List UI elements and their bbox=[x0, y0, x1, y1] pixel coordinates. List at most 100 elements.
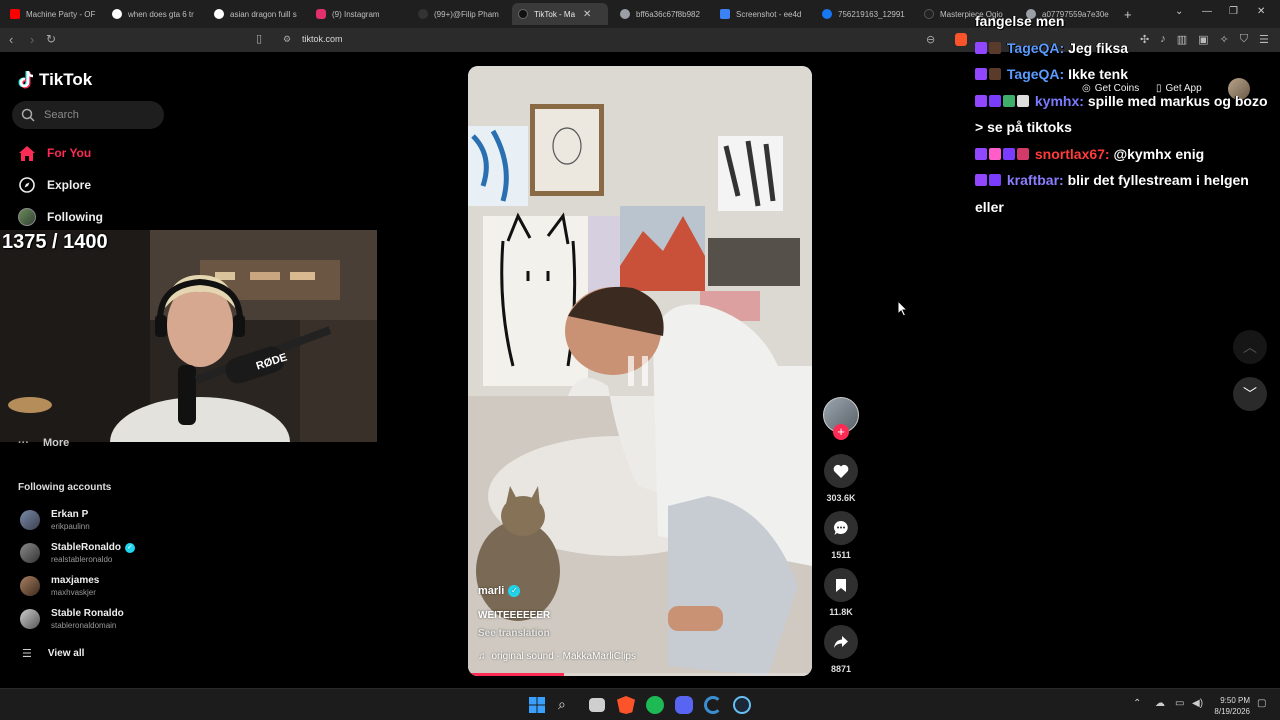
following-account[interactable]: maxjames maxhvaskjer bbox=[20, 575, 99, 597]
spotify-icon[interactable] bbox=[646, 696, 664, 714]
nav-label: For You bbox=[47, 146, 92, 160]
tab[interactable]: 756219163_12991 bbox=[822, 3, 910, 25]
forward-icon[interactable]: › bbox=[30, 32, 34, 47]
steam-icon[interactable] bbox=[733, 696, 751, 714]
comment-count: 1511 bbox=[831, 550, 851, 560]
windows-taskbar: ⌕ ⌃ ☁ ▭ ◀) 9:50 PM 8/19/2026 ▢ bbox=[0, 688, 1280, 720]
follow-plus-icon[interactable]: + bbox=[833, 424, 849, 440]
zoom-icon[interactable]: ⊖ bbox=[926, 33, 935, 46]
chat-username: TageQA: bbox=[1006, 39, 1065, 56]
prime-badge-icon bbox=[1003, 147, 1015, 160]
more-button[interactable]: ··· More bbox=[18, 437, 69, 449]
comment-icon bbox=[824, 511, 858, 545]
system-clock[interactable]: 9:50 PM 8/19/2026 bbox=[1214, 695, 1250, 717]
gift-badge-icon bbox=[1017, 147, 1029, 160]
view-all-button[interactable]: ☰ View all bbox=[22, 647, 84, 660]
following-account[interactable]: Stable Ronaldo stableronaldomain bbox=[20, 608, 124, 630]
prime-badge-icon bbox=[989, 94, 1001, 107]
chat-username: kymhx: bbox=[1034, 92, 1084, 109]
reload-icon[interactable]: ↻ bbox=[46, 32, 56, 46]
account-name: maxjames bbox=[51, 575, 100, 586]
account-name: Erkan P bbox=[51, 509, 89, 520]
save-button[interactable]: 11.8K bbox=[823, 568, 859, 617]
following-accounts-title: Following accounts bbox=[18, 482, 112, 493]
search-input[interactable]: Search bbox=[12, 101, 164, 129]
mouse-cursor-icon bbox=[897, 300, 909, 317]
discord-icon[interactable] bbox=[675, 696, 693, 714]
twitch-badge-icon bbox=[975, 68, 987, 80]
chat-text: @kymhx enig bbox=[1113, 145, 1205, 162]
tab[interactable]: Screenshot - ee4d bbox=[720, 3, 808, 25]
like-button[interactable]: 303.6K bbox=[823, 454, 859, 503]
following-account[interactable]: Erkan P erikpaulinn bbox=[20, 509, 90, 531]
tab[interactable]: Machine Party - OF bbox=[10, 3, 98, 25]
previous-video-button[interactable]: ︿ bbox=[1233, 330, 1267, 364]
comment-button[interactable]: 1511 bbox=[823, 511, 859, 560]
back-icon[interactable]: ‹ bbox=[9, 32, 13, 47]
tab[interactable]: (99+)@Filip Pham bbox=[418, 3, 502, 25]
tray-expand-icon[interactable]: ⌃ bbox=[1133, 698, 1141, 709]
creator-avatar-button[interactable]: + bbox=[823, 397, 859, 440]
tab[interactable]: bff6a36c67f8b982 bbox=[620, 3, 708, 25]
nav-for-you[interactable]: For You bbox=[18, 144, 91, 162]
windows-start-icon[interactable] bbox=[528, 696, 546, 714]
avatar bbox=[20, 510, 40, 530]
bookmark-icon[interactable]: ▯ bbox=[256, 32, 262, 45]
video-caption: WEITEEEEEER bbox=[478, 610, 551, 621]
twitch-badge-icon bbox=[975, 41, 987, 54]
chat-username: kraftbar: bbox=[1006, 172, 1064, 188]
chat-message: fangelse men bbox=[975, 13, 1065, 29]
account-handle: realstableronaldo bbox=[51, 555, 113, 564]
tab-active[interactable]: TikTok - Ma ✕ bbox=[512, 3, 608, 25]
nav-label: Following bbox=[47, 210, 103, 224]
cloud-icon[interactable]: ☁ bbox=[1155, 698, 1165, 709]
close-tab-icon[interactable]: ✕ bbox=[583, 9, 591, 20]
share-button[interactable]: 8871 bbox=[823, 625, 859, 674]
search-icon bbox=[21, 108, 35, 122]
see-translation-link[interactable]: See translation bbox=[478, 628, 550, 639]
account-handle: erikpaulinn bbox=[51, 522, 90, 531]
tiktok-icon bbox=[518, 9, 528, 19]
tiktok-icon bbox=[418, 9, 428, 19]
tab[interactable]: (9) Instagram bbox=[316, 3, 404, 25]
task-view-icon[interactable] bbox=[589, 698, 605, 712]
bookmark-icon bbox=[824, 568, 858, 602]
avatar bbox=[20, 576, 40, 596]
site-info-icon[interactable]: ⚙ bbox=[283, 34, 291, 45]
tab[interactable]: when does gta 6 tr bbox=[112, 3, 200, 25]
following-avatar-icon bbox=[18, 208, 36, 226]
heart-icon bbox=[824, 454, 858, 488]
chat-username: snortlax67: bbox=[1034, 145, 1110, 162]
url-field[interactable]: tiktok.com bbox=[302, 34, 343, 44]
tiktok-logo[interactable]: TikTok bbox=[18, 70, 92, 90]
notification-icon[interactable]: ▢ bbox=[1257, 698, 1266, 709]
screenshot-icon bbox=[720, 9, 730, 19]
search-taskbar-icon[interactable]: ⌕ bbox=[558, 696, 576, 714]
volume-icon[interactable]: ◀) bbox=[1192, 698, 1203, 709]
tab[interactable]: asian dragon fuill s bbox=[214, 3, 302, 25]
brave-browser-icon[interactable] bbox=[617, 696, 635, 714]
stream-goal-counter: 1375 / 1400 bbox=[2, 231, 108, 253]
clock-date: 8/19/2026 bbox=[1214, 707, 1250, 716]
nav-label: Explore bbox=[47, 178, 92, 192]
account-name: StableRonaldo bbox=[51, 542, 122, 553]
avatar bbox=[20, 609, 40, 629]
network-icon[interactable]: ▭ bbox=[1175, 698, 1184, 709]
video-player[interactable]: marli ✓ WEITEEEEEER See translation ♫ ori… bbox=[468, 66, 812, 676]
clock-time: 9:50 PM bbox=[1220, 696, 1250, 705]
ccleaner-icon[interactable] bbox=[704, 696, 722, 714]
twitch-badge-icon bbox=[975, 147, 987, 160]
more-icon: ··· bbox=[18, 437, 29, 449]
brave-shield-icon[interactable] bbox=[955, 33, 967, 46]
account-handle: stableronaldomain bbox=[51, 621, 117, 630]
next-video-button[interactable]: ﹀ bbox=[1233, 377, 1267, 411]
instagram-icon bbox=[316, 9, 326, 19]
nav-explore[interactable]: Explore bbox=[18, 176, 91, 194]
video-sound[interactable]: ♫ original sound - MakkaMarliClips bbox=[478, 651, 636, 662]
video-progress-bar[interactable] bbox=[468, 673, 812, 676]
nav-following[interactable]: Following bbox=[18, 208, 103, 226]
save-count: 11.8K bbox=[829, 607, 853, 617]
video-author[interactable]: marli ✓ bbox=[478, 585, 521, 597]
following-account[interactable]: StableRonaldo ✓ realstableronaldo bbox=[20, 542, 136, 564]
share-count: 8871 bbox=[830, 664, 852, 674]
